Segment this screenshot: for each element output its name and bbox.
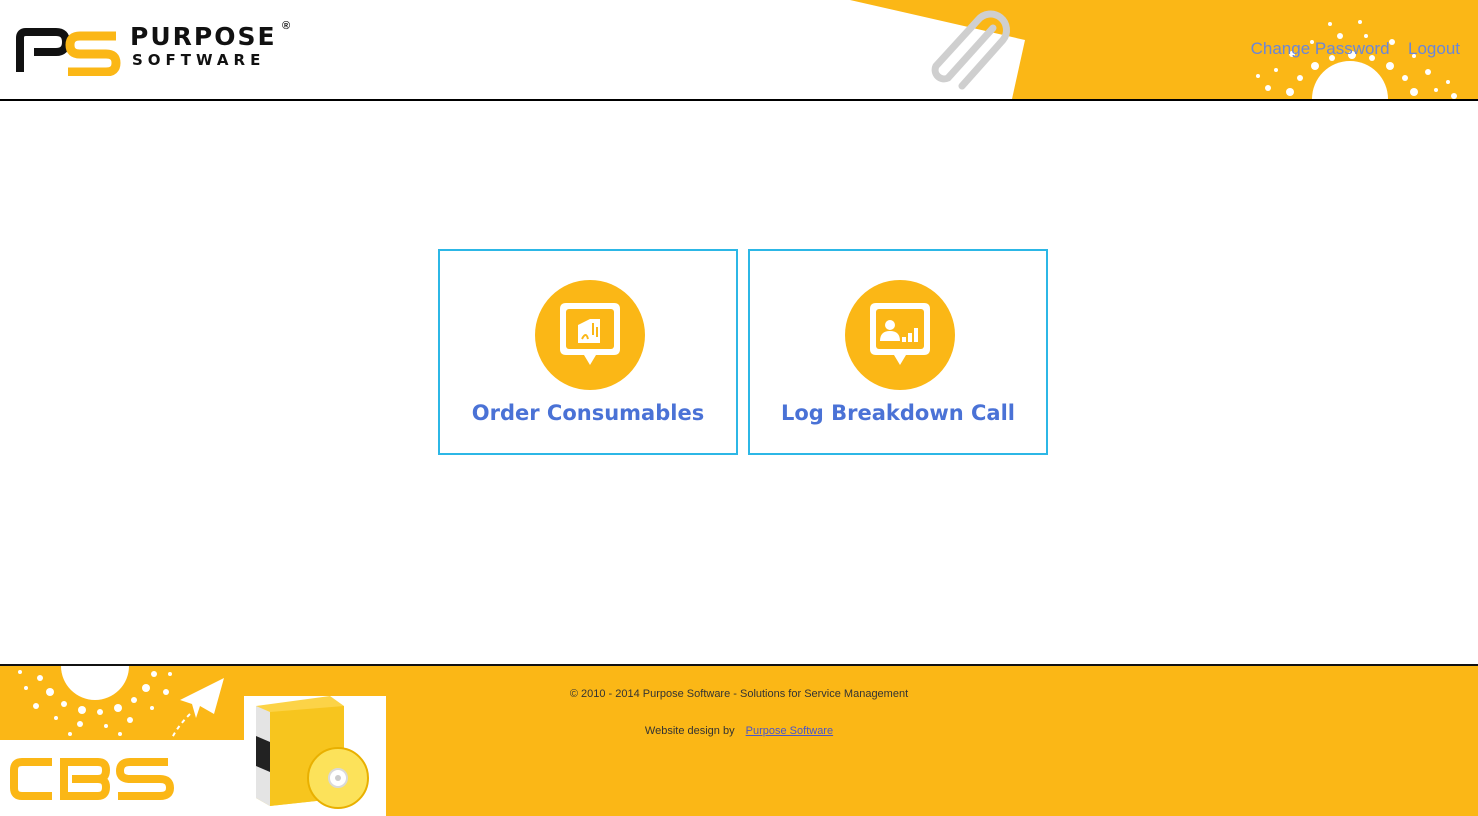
page-header: PURPOSE ® SOFTWARE Change Password Logou… xyxy=(0,0,1478,101)
order-consumables-tile[interactable]: Order Consumables xyxy=(438,249,738,455)
printer-chat-icon xyxy=(535,280,645,390)
logout-link[interactable]: Logout xyxy=(1408,39,1460,58)
copyright-text: © 2010 - 2014 Purpose Software - Solutio… xyxy=(569,688,909,700)
ps-monogram-icon xyxy=(16,28,121,76)
website-design-credit: Website design by Purpose Software xyxy=(0,725,1478,737)
design-prefix: Website design by xyxy=(644,725,735,737)
brand-logo[interactable]: PURPOSE ® SOFTWARE xyxy=(16,20,296,76)
brand-tagline: SOFTWARE xyxy=(132,51,266,69)
log-breakdown-call-label: Log Breakdown Call xyxy=(781,401,1015,425)
purpose-software-link[interactable]: Purpose Software xyxy=(746,725,833,737)
registered-mark: ® xyxy=(282,20,291,32)
change-password-link[interactable]: Change Password xyxy=(1251,39,1390,58)
user-signal-chat-icon xyxy=(845,280,955,390)
header-links: Change Password Logout xyxy=(1237,39,1460,59)
brand-name: PURPOSE xyxy=(130,22,277,51)
log-breakdown-call-tile[interactable]: Log Breakdown Call xyxy=(748,249,1048,455)
software-box-icon xyxy=(244,696,386,816)
order-consumables-label: Order Consumables xyxy=(471,401,705,425)
page-footer: © 2010 - 2014 Purpose Software - Solutio… xyxy=(0,664,1478,816)
